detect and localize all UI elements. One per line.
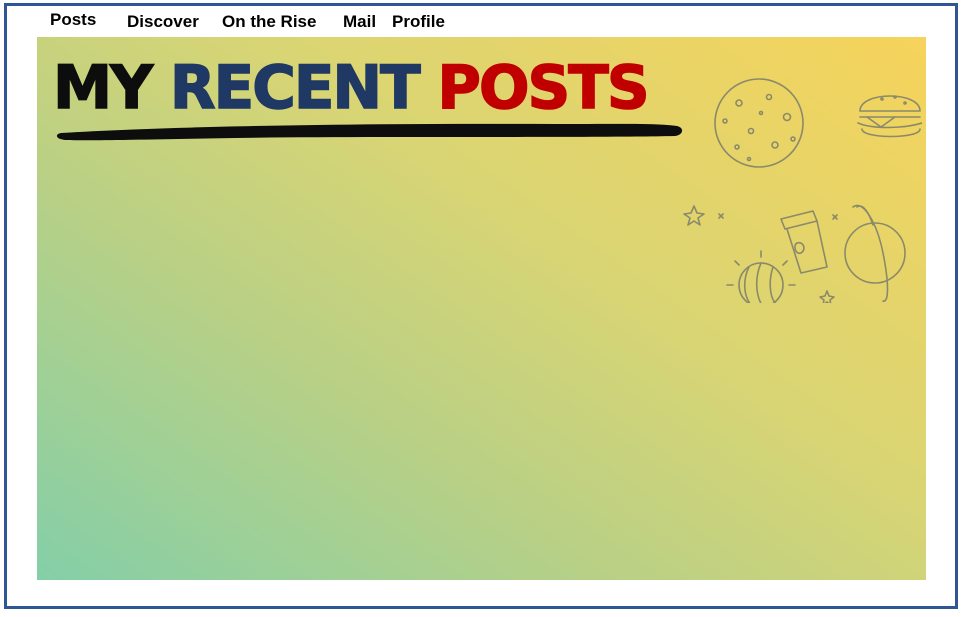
title-word-my: MY <box>52 52 154 124</box>
nav-profile-link[interactable]: Profile <box>392 9 445 35</box>
nav-on-the-rise-link[interactable]: On the Rise <box>222 9 316 35</box>
nav-discover-link[interactable]: Discover <box>127 9 199 35</box>
nav-posts-link[interactable]: Posts <box>50 7 96 33</box>
title-underline <box>56 123 683 141</box>
striped-planet-icon <box>726 250 796 303</box>
hero-banner: MY RECENT POSTS <box>37 37 926 580</box>
title-word-recent: RECENT <box>169 52 421 124</box>
page-title: MY RECENT POSTS <box>52 52 651 124</box>
star-icon <box>683 205 835 303</box>
nav-mail-link[interactable]: Mail <box>343 9 376 35</box>
ringed-planet-icon <box>844 204 906 302</box>
title-word-posts: POSTS <box>437 52 651 124</box>
top-nav: Posts Discover On the Rise Mail Profile <box>0 8 968 34</box>
planet-icon <box>714 78 804 168</box>
doodle-illustrations <box>683 78 922 303</box>
burger-icon <box>857 95 922 138</box>
coffee-cup-icon <box>780 210 828 274</box>
